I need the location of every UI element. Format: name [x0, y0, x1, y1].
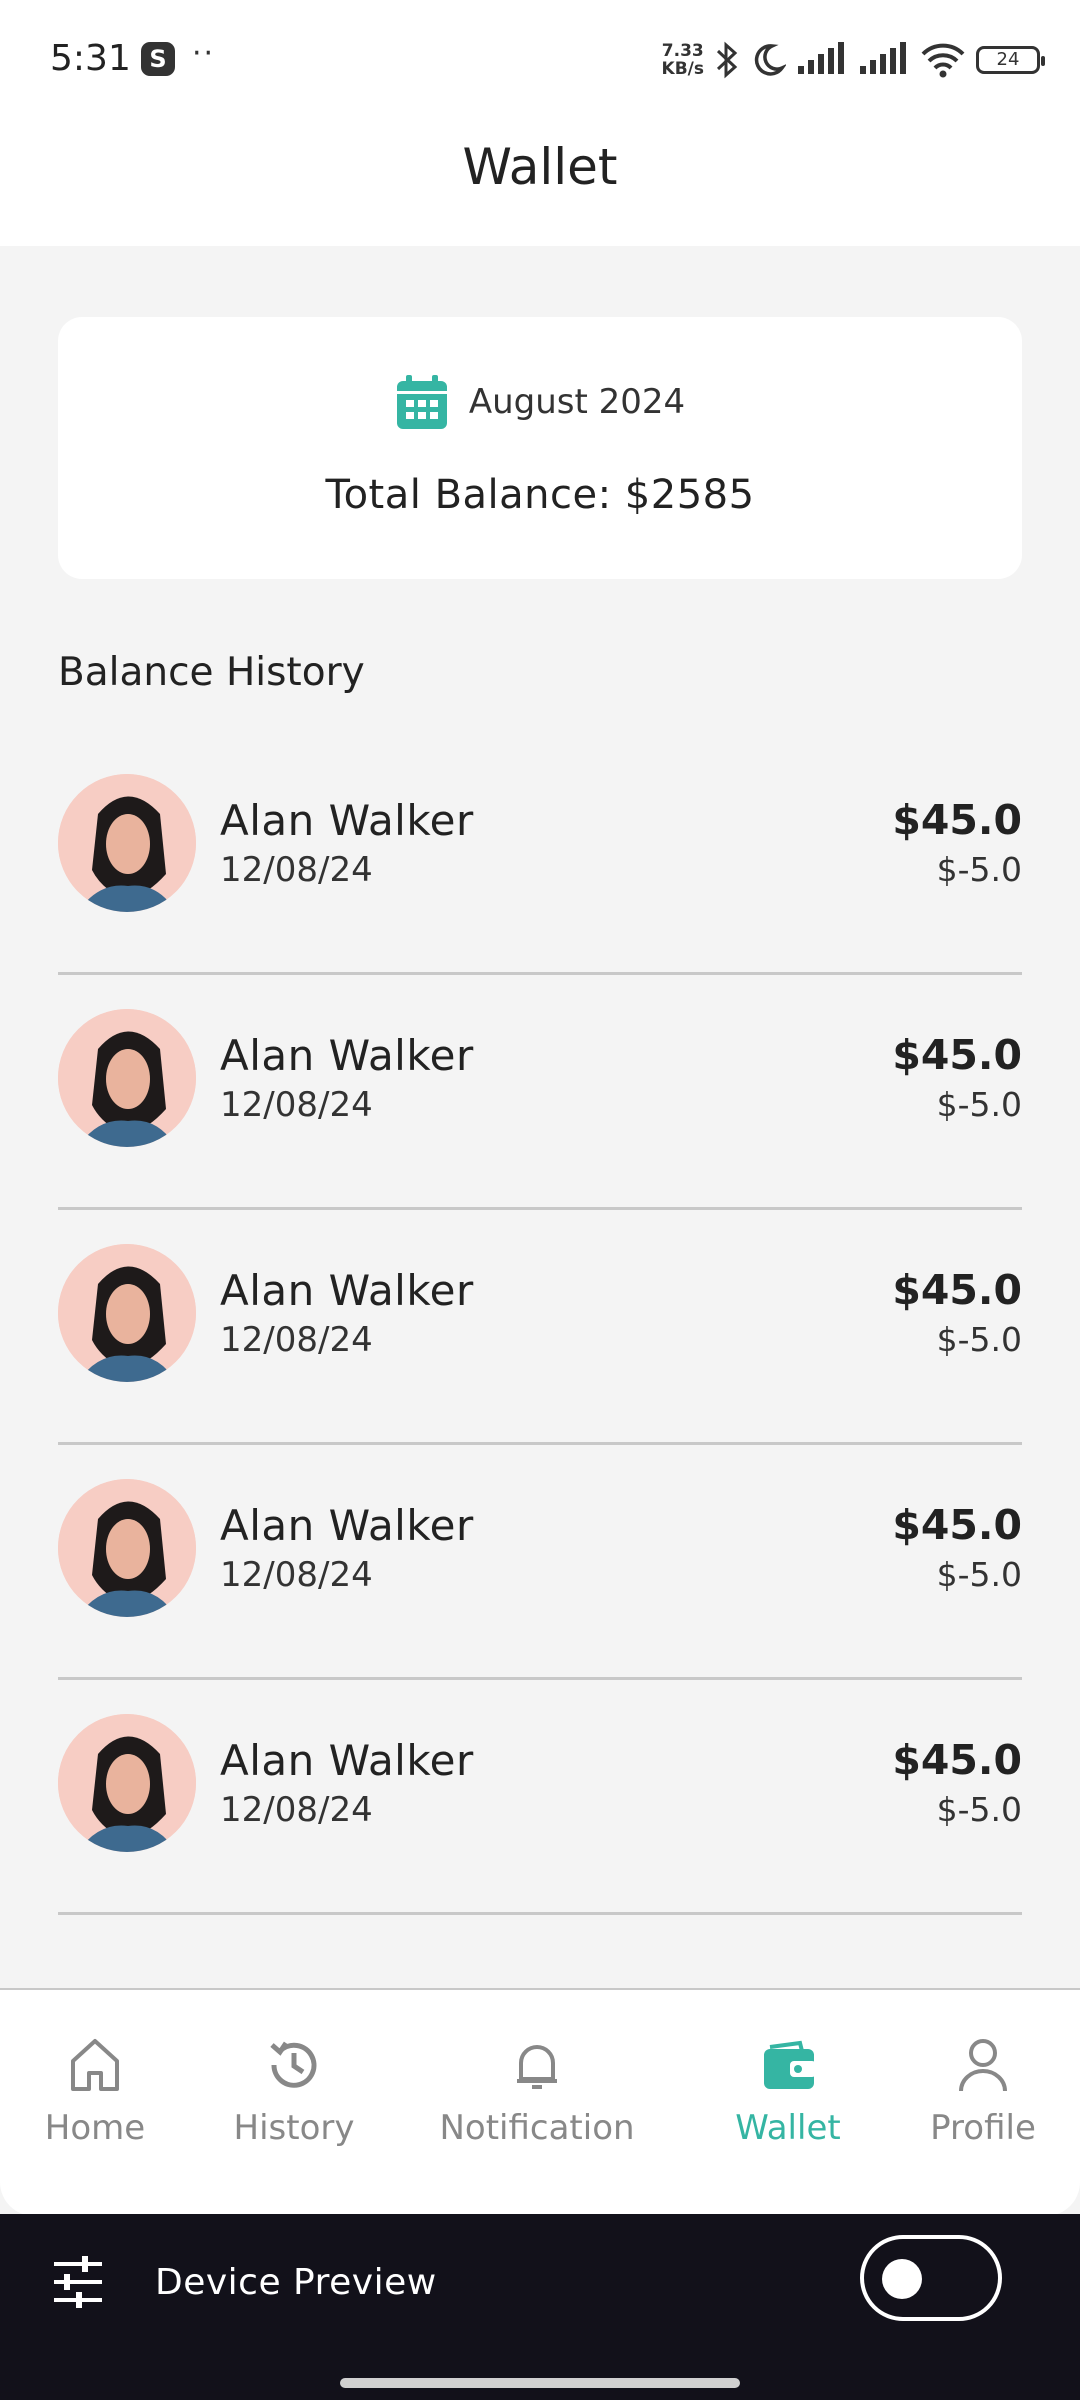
list-item[interactable]: Alan Walker 12/08/24 $45.0 $-5.0: [58, 1680, 1022, 1915]
home-indicator[interactable]: [340, 2378, 740, 2388]
transaction-amount: $45.0: [892, 1031, 1022, 1079]
bluetooth-icon: [716, 41, 738, 79]
calendar-icon: [396, 375, 447, 429]
signal-icon-2: [860, 42, 906, 74]
transaction-name: Alan Walker: [220, 1501, 474, 1550]
sliders-icon[interactable]: [50, 2254, 106, 2310]
more-notifications-icon: ··: [192, 36, 216, 71]
nav-item-notification[interactable]: Notification: [432, 2030, 642, 2148]
status-bar: 5:31 S ·· 7.33 KB/s 24: [0, 0, 1080, 120]
wallet-icon: [764, 2040, 816, 2089]
avatar: [58, 774, 196, 912]
person-icon: [959, 2039, 1007, 2092]
device-preview-label: Device Preview: [155, 2262, 437, 2303]
nav-label-notification: Notification: [439, 2108, 635, 2148]
list-item[interactable]: Alan Walker 12/08/24 $45.0 $-5.0: [58, 1445, 1022, 1680]
page-title: Wallet: [462, 138, 618, 196]
status-time: 5:31: [50, 38, 131, 79]
transaction-date: 12/08/24: [220, 1085, 373, 1125]
avatar: [58, 1009, 196, 1147]
transaction-fee: $-5.0: [936, 1320, 1022, 1359]
wifi-icon: [921, 43, 965, 78]
history-icon: [270, 2041, 317, 2088]
transaction-date: 12/08/24: [220, 1790, 373, 1830]
avatar: [58, 1479, 196, 1617]
transaction-amount: $45.0: [892, 1266, 1022, 1314]
list-item[interactable]: Alan Walker 12/08/24 $45.0 $-5.0: [58, 1210, 1022, 1445]
status-icons: 7.33 KB/s 24: [662, 38, 1045, 82]
battery-icon: 24: [976, 46, 1045, 74]
nav-item-profile[interactable]: Profile: [922, 2030, 1044, 2148]
transaction-amount: $45.0: [892, 1501, 1022, 1549]
transaction-name: Alan Walker: [220, 796, 474, 845]
transaction-date: 12/08/24: [220, 850, 373, 890]
transaction-amount: $45.0: [892, 1736, 1022, 1784]
network-speed: 7.33 KB/s: [662, 42, 704, 78]
nav-item-history[interactable]: History: [227, 2030, 361, 2148]
app-header: Wallet: [0, 120, 1080, 246]
transaction-date: 12/08/24: [220, 1320, 373, 1360]
transaction-fee: $-5.0: [936, 1790, 1022, 1829]
month-label: August 2024: [468, 382, 686, 422]
network-speed-value: 7.33: [661, 41, 704, 61]
transaction-amount: $45.0: [892, 796, 1022, 844]
balance-history-list: Alan Walker 12/08/24 $45.0 $-5.0 Alan Wa…: [58, 740, 1022, 1915]
total-balance: Total Balance: $2585: [325, 472, 755, 518]
toggle-knob: [882, 2259, 922, 2299]
app-notification-icon: S: [141, 42, 175, 76]
nav-label-profile: Profile: [930, 2108, 1036, 2148]
transaction-name: Alan Walker: [220, 1266, 474, 1315]
nav-item-home[interactable]: Home: [36, 2030, 154, 2148]
list-item[interactable]: Alan Walker 12/08/24 $45.0 $-5.0: [58, 740, 1022, 975]
bell-icon: [517, 2045, 557, 2089]
month-selector[interactable]: August 2024: [58, 373, 1022, 431]
list-item[interactable]: Alan Walker 12/08/24 $45.0 $-5.0: [58, 975, 1022, 1210]
device-preview-toggle[interactable]: [860, 2235, 1002, 2321]
nav-item-wallet[interactable]: Wallet: [728, 2030, 848, 2148]
transaction-fee: $-5.0: [936, 1555, 1022, 1594]
network-speed-unit: KB/s: [661, 59, 704, 79]
section-title-balance-history: Balance History: [58, 650, 365, 695]
transaction-name: Alan Walker: [220, 1736, 474, 1785]
transaction-name: Alan Walker: [220, 1031, 474, 1080]
transaction-date: 12/08/24: [220, 1555, 373, 1595]
home-icon: [71, 2039, 119, 2091]
avatar: [58, 1244, 196, 1382]
moon-icon: [754, 44, 786, 76]
device-preview-bar: Device Preview: [0, 2214, 1080, 2400]
nav-label-wallet: Wallet: [735, 2108, 841, 2148]
transaction-fee: $-5.0: [936, 1085, 1022, 1124]
nav-label-history: History: [233, 2108, 355, 2148]
balance-card: August 2024 Total Balance: $2585: [58, 317, 1022, 579]
bottom-navigation: Home History Notification Wallet Profile: [0, 1988, 1080, 2216]
avatar: [58, 1714, 196, 1852]
nav-label-home: Home: [44, 2108, 146, 2148]
transaction-fee: $-5.0: [936, 850, 1022, 889]
signal-icon: [798, 42, 844, 74]
